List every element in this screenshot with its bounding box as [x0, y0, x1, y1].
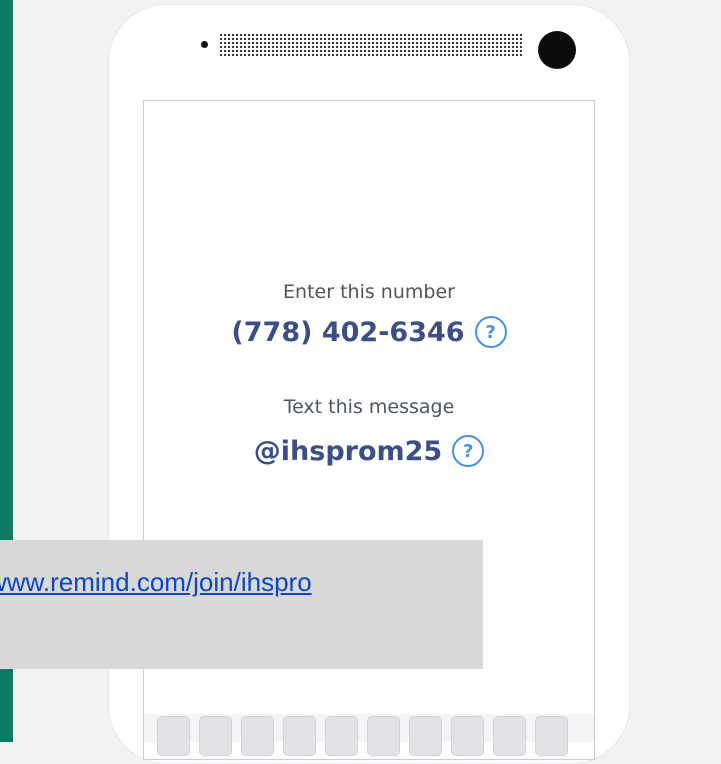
keyboard-key [241, 716, 274, 756]
keyboard-key [325, 716, 358, 756]
message-code-row: @ihsprom25 ? [143, 428, 595, 474]
phone-number-row: (778) 402-6346 ? [143, 309, 595, 355]
keyboard-key [535, 716, 568, 756]
message-code-value: @ihsprom25 [253, 435, 443, 467]
keyboard-key [367, 716, 400, 756]
speaker-grille [219, 33, 522, 58]
phone-number-help-icon[interactable]: ? [474, 316, 507, 348]
enter-number-label: Enter this number [283, 281, 455, 303]
keyboard-row [144, 714, 594, 756]
keyboard-key [283, 716, 316, 756]
keyboard-key [493, 716, 526, 756]
phone-number-value: (778) 402-6346 [231, 316, 465, 348]
join-link[interactable]: www.remind.com/join/ihspro [0, 567, 312, 598]
join-link-box: www.remind.com/join/ihspro [0, 540, 483, 669]
text-message-label: Text this message [283, 396, 455, 418]
keyboard-key [199, 716, 232, 756]
keyboard-key [409, 716, 442, 756]
keyboard-key [157, 716, 190, 756]
keyboard-key [451, 716, 484, 756]
message-code-help-icon[interactable]: ? [452, 435, 485, 467]
front-camera-icon [201, 41, 208, 48]
proximity-sensor-icon [538, 31, 576, 69]
